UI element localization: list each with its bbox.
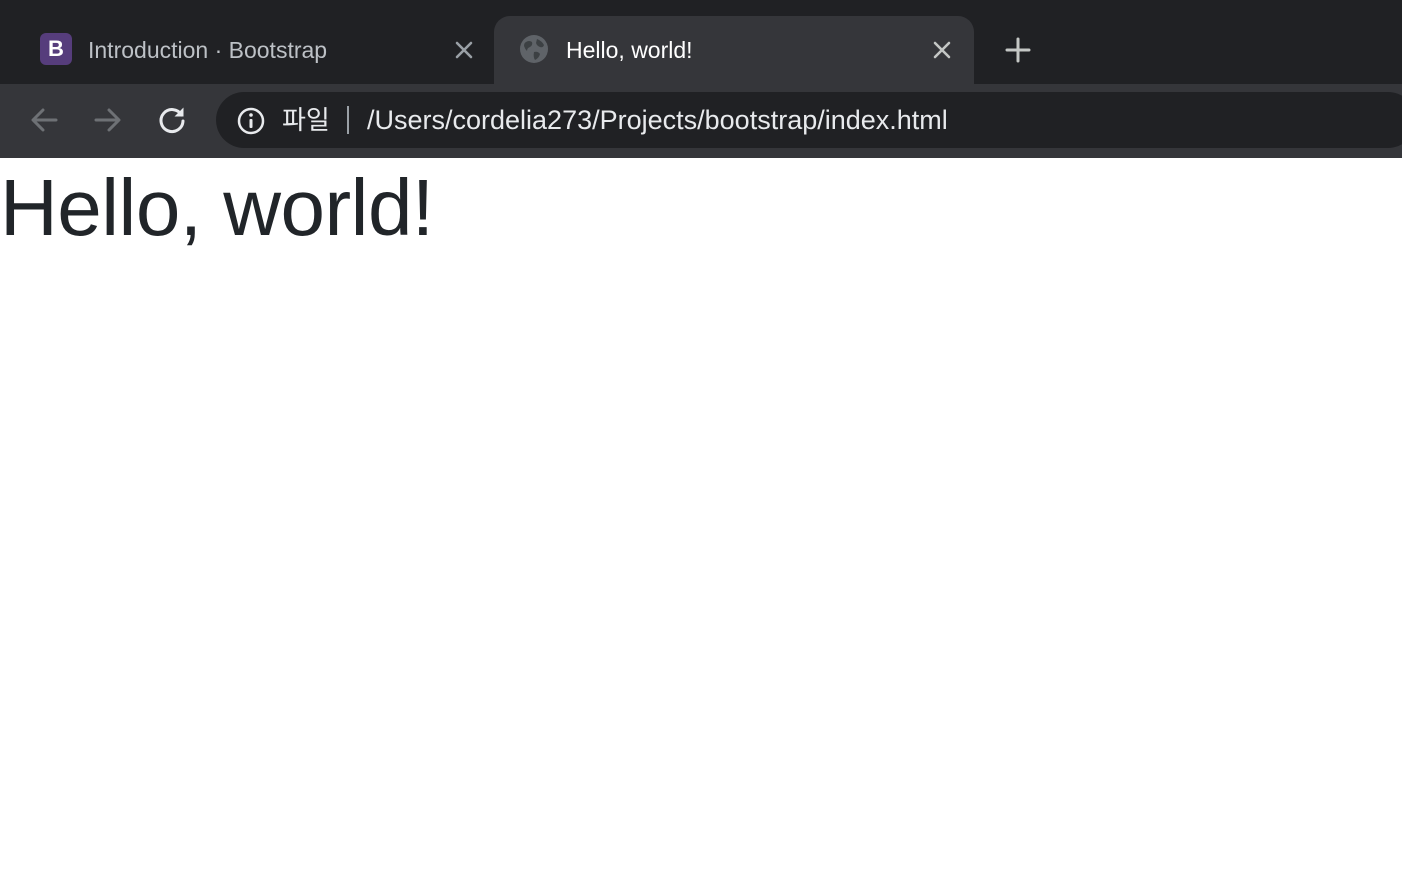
tab-title: Introduction · Bootstrap [88,37,328,63]
forward-button[interactable] [90,102,126,138]
close-tab-button[interactable] [930,38,954,62]
address-bar[interactable]: 파일 /Users/cordelia273/Projects/bootstrap… [216,92,1402,148]
forward-arrow-icon [94,108,121,132]
tab-strip: B Introduction · Bootstrap Hello, world! [0,0,1402,84]
tab-title: Hello, world! [566,37,693,63]
info-icon[interactable] [236,106,266,136]
bootstrap-favicon-letter: B [40,33,72,65]
url-text[interactable]: /Users/cordelia273/Projects/bootstrap/in… [367,105,948,135]
globe-icon [518,33,550,65]
page-heading: Hello, world! [0,163,434,252]
back-arrow-icon [31,108,58,132]
close-icon [933,41,951,59]
tab-hello-world[interactable]: Hello, world! [494,16,974,84]
close-icon [455,41,473,59]
plus-icon [1005,37,1031,63]
address-bar-divider [347,106,349,134]
tab-bootstrap-introduction[interactable]: B Introduction · Bootstrap [0,16,494,84]
back-button[interactable] [26,102,62,138]
browser-toolbar: 파일 /Users/cordelia273/Projects/bootstrap… [0,84,1402,158]
close-tab-button[interactable] [452,38,476,62]
new-tab-button[interactable] [1002,34,1034,66]
browser-window: B Introduction · Bootstrap Hello, world! [0,0,1402,896]
reload-icon [159,107,185,134]
page-content: Hello, world! [0,158,1402,896]
bootstrap-logo-icon: B [40,33,72,65]
url-scheme-label: 파일 [282,105,330,135]
reload-button[interactable] [154,102,190,138]
